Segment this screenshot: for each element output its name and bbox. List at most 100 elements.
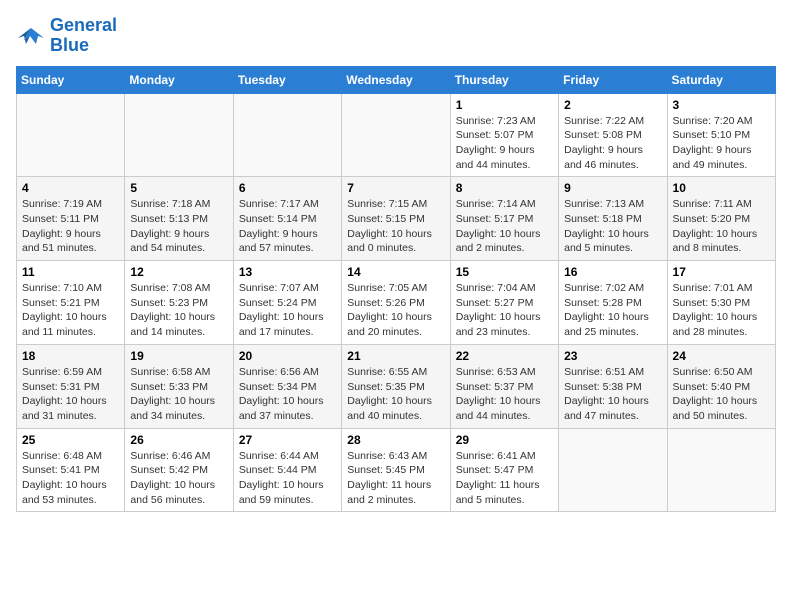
day-number: 27	[239, 433, 336, 447]
calendar-cell: 14 Sunrise: 7:05 AM Sunset: 5:26 PM Dayli…	[342, 261, 450, 345]
day-number: 17	[673, 265, 770, 279]
calendar-week-row: 25 Sunrise: 6:48 AM Sunset: 5:41 PM Dayli…	[17, 428, 776, 512]
day-info: Sunrise: 6:46 AM Sunset: 5:42 PM Dayligh…	[130, 449, 227, 508]
calendar-cell: 12 Sunrise: 7:08 AM Sunset: 5:23 PM Dayli…	[125, 261, 233, 345]
day-number: 10	[673, 181, 770, 195]
calendar-cell: 4 Sunrise: 7:19 AM Sunset: 5:11 PM Daylig…	[17, 177, 125, 261]
calendar-cell: 26 Sunrise: 6:46 AM Sunset: 5:42 PM Dayli…	[125, 428, 233, 512]
column-header-sunday: Sunday	[17, 66, 125, 93]
column-header-saturday: Saturday	[667, 66, 775, 93]
day-number: 6	[239, 181, 336, 195]
day-info: Sunrise: 7:05 AM Sunset: 5:26 PM Dayligh…	[347, 281, 444, 340]
day-info: Sunrise: 6:44 AM Sunset: 5:44 PM Dayligh…	[239, 449, 336, 508]
calendar-cell	[559, 428, 667, 512]
calendar-cell	[233, 93, 341, 177]
calendar-cell: 17 Sunrise: 7:01 AM Sunset: 5:30 PM Dayli…	[667, 261, 775, 345]
day-number: 2	[564, 98, 661, 112]
calendar-cell: 19Sunrise: 6:58 AM Sunset: 5:33 PM Dayli…	[125, 344, 233, 428]
day-number: 7	[347, 181, 444, 195]
calendar-cell: 5Sunrise: 7:18 AM Sunset: 5:13 PM Daylig…	[125, 177, 233, 261]
calendar-cell: 18 Sunrise: 6:59 AM Sunset: 5:31 PM Dayli…	[17, 344, 125, 428]
calendar-cell: 9 Sunrise: 7:13 AM Sunset: 5:18 PM Daylig…	[559, 177, 667, 261]
day-info: Sunrise: 6:50 AM Sunset: 5:40 PM Dayligh…	[673, 365, 770, 424]
calendar-cell: 1Sunrise: 7:23 AM Sunset: 5:07 PM Daylig…	[450, 93, 558, 177]
calendar-cell: 21 Sunrise: 6:55 AM Sunset: 5:35 PM Dayli…	[342, 344, 450, 428]
day-number: 18	[22, 349, 119, 363]
column-header-friday: Friday	[559, 66, 667, 93]
calendar-cell: 16 Sunrise: 7:02 AM Sunset: 5:28 PM Dayli…	[559, 261, 667, 345]
day-info: Sunrise: 7:23 AM Sunset: 5:07 PM Dayligh…	[456, 114, 553, 173]
calendar-cell: 3 Sunrise: 7:20 AM Sunset: 5:10 PM Daylig…	[667, 93, 775, 177]
day-info: Sunrise: 6:58 AM Sunset: 5:33 PM Dayligh…	[130, 365, 227, 424]
calendar-cell: 23Sunrise: 6:51 AM Sunset: 5:38 PM Dayli…	[559, 344, 667, 428]
calendar-cell	[17, 93, 125, 177]
page-header: General Blue	[16, 16, 776, 56]
calendar-cell: 13 Sunrise: 7:07 AM Sunset: 5:24 PM Dayli…	[233, 261, 341, 345]
calendar-table: SundayMondayTuesdayWednesdayThursdayFrid…	[16, 66, 776, 513]
day-number: 9	[564, 181, 661, 195]
day-number: 23	[564, 349, 661, 363]
day-number: 26	[130, 433, 227, 447]
day-number: 29	[456, 433, 553, 447]
day-info: Sunrise: 7:07 AM Sunset: 5:24 PM Dayligh…	[239, 281, 336, 340]
column-header-monday: Monday	[125, 66, 233, 93]
day-number: 21	[347, 349, 444, 363]
calendar-cell: 6 Sunrise: 7:17 AM Sunset: 5:14 PM Daylig…	[233, 177, 341, 261]
calendar-cell	[667, 428, 775, 512]
day-info: Sunrise: 7:04 AM Sunset: 5:27 PM Dayligh…	[456, 281, 553, 340]
day-number: 15	[456, 265, 553, 279]
calendar-cell: 24Sunrise: 6:50 AM Sunset: 5:40 PM Dayli…	[667, 344, 775, 428]
day-info: Sunrise: 7:13 AM Sunset: 5:18 PM Dayligh…	[564, 197, 661, 256]
calendar-week-row: 4 Sunrise: 7:19 AM Sunset: 5:11 PM Daylig…	[17, 177, 776, 261]
day-info: Sunrise: 7:08 AM Sunset: 5:23 PM Dayligh…	[130, 281, 227, 340]
day-number: 8	[456, 181, 553, 195]
day-number: 12	[130, 265, 227, 279]
day-info: Sunrise: 7:02 AM Sunset: 5:28 PM Dayligh…	[564, 281, 661, 340]
logo: General Blue	[16, 16, 117, 56]
day-number: 25	[22, 433, 119, 447]
calendar-cell: 20 Sunrise: 6:56 AM Sunset: 5:34 PM Dayli…	[233, 344, 341, 428]
day-info: Sunrise: 6:56 AM Sunset: 5:34 PM Dayligh…	[239, 365, 336, 424]
day-number: 14	[347, 265, 444, 279]
calendar-cell: 11 Sunrise: 7:10 AM Sunset: 5:21 PM Dayli…	[17, 261, 125, 345]
calendar-cell: 15 Sunrise: 7:04 AM Sunset: 5:27 PM Dayli…	[450, 261, 558, 345]
day-info: Sunrise: 7:22 AM Sunset: 5:08 PM Dayligh…	[564, 114, 661, 173]
column-header-thursday: Thursday	[450, 66, 558, 93]
calendar-cell: 28 Sunrise: 6:43 AM Sunset: 5:45 PM Dayli…	[342, 428, 450, 512]
calendar-cell: 2 Sunrise: 7:22 AM Sunset: 5:08 PM Daylig…	[559, 93, 667, 177]
day-number: 28	[347, 433, 444, 447]
day-info: Sunrise: 6:55 AM Sunset: 5:35 PM Dayligh…	[347, 365, 444, 424]
column-header-wednesday: Wednesday	[342, 66, 450, 93]
calendar-cell: 10Sunrise: 7:11 AM Sunset: 5:20 PM Dayli…	[667, 177, 775, 261]
calendar-cell: 25 Sunrise: 6:48 AM Sunset: 5:41 PM Dayli…	[17, 428, 125, 512]
day-info: Sunrise: 6:43 AM Sunset: 5:45 PM Dayligh…	[347, 449, 444, 508]
day-number: 20	[239, 349, 336, 363]
day-number: 3	[673, 98, 770, 112]
day-number: 16	[564, 265, 661, 279]
column-header-tuesday: Tuesday	[233, 66, 341, 93]
day-info: Sunrise: 7:17 AM Sunset: 5:14 PM Dayligh…	[239, 197, 336, 256]
day-number: 11	[22, 265, 119, 279]
calendar-cell	[342, 93, 450, 177]
calendar-week-row: 18 Sunrise: 6:59 AM Sunset: 5:31 PM Dayli…	[17, 344, 776, 428]
day-info: Sunrise: 7:18 AM Sunset: 5:13 PM Dayligh…	[130, 197, 227, 256]
calendar-cell: 27 Sunrise: 6:44 AM Sunset: 5:44 PM Dayli…	[233, 428, 341, 512]
day-info: Sunrise: 6:48 AM Sunset: 5:41 PM Dayligh…	[22, 449, 119, 508]
day-info: Sunrise: 6:53 AM Sunset: 5:37 PM Dayligh…	[456, 365, 553, 424]
calendar-header-row: SundayMondayTuesdayWednesdayThursdayFrid…	[17, 66, 776, 93]
calendar-cell: 8Sunrise: 7:14 AM Sunset: 5:17 PM Daylig…	[450, 177, 558, 261]
day-number: 22	[456, 349, 553, 363]
day-info: Sunrise: 6:59 AM Sunset: 5:31 PM Dayligh…	[22, 365, 119, 424]
calendar-week-row: 11 Sunrise: 7:10 AM Sunset: 5:21 PM Dayli…	[17, 261, 776, 345]
day-info: Sunrise: 7:01 AM Sunset: 5:30 PM Dayligh…	[673, 281, 770, 340]
day-info: Sunrise: 7:19 AM Sunset: 5:11 PM Dayligh…	[22, 197, 119, 256]
day-number: 4	[22, 181, 119, 195]
day-info: Sunrise: 7:20 AM Sunset: 5:10 PM Dayligh…	[673, 114, 770, 173]
calendar-week-row: 1Sunrise: 7:23 AM Sunset: 5:07 PM Daylig…	[17, 93, 776, 177]
logo-text: General Blue	[50, 16, 117, 56]
day-info: Sunrise: 7:10 AM Sunset: 5:21 PM Dayligh…	[22, 281, 119, 340]
day-info: Sunrise: 7:15 AM Sunset: 5:15 PM Dayligh…	[347, 197, 444, 256]
calendar-cell: 22 Sunrise: 6:53 AM Sunset: 5:37 PM Dayli…	[450, 344, 558, 428]
day-info: Sunrise: 6:41 AM Sunset: 5:47 PM Dayligh…	[456, 449, 553, 508]
day-number: 13	[239, 265, 336, 279]
